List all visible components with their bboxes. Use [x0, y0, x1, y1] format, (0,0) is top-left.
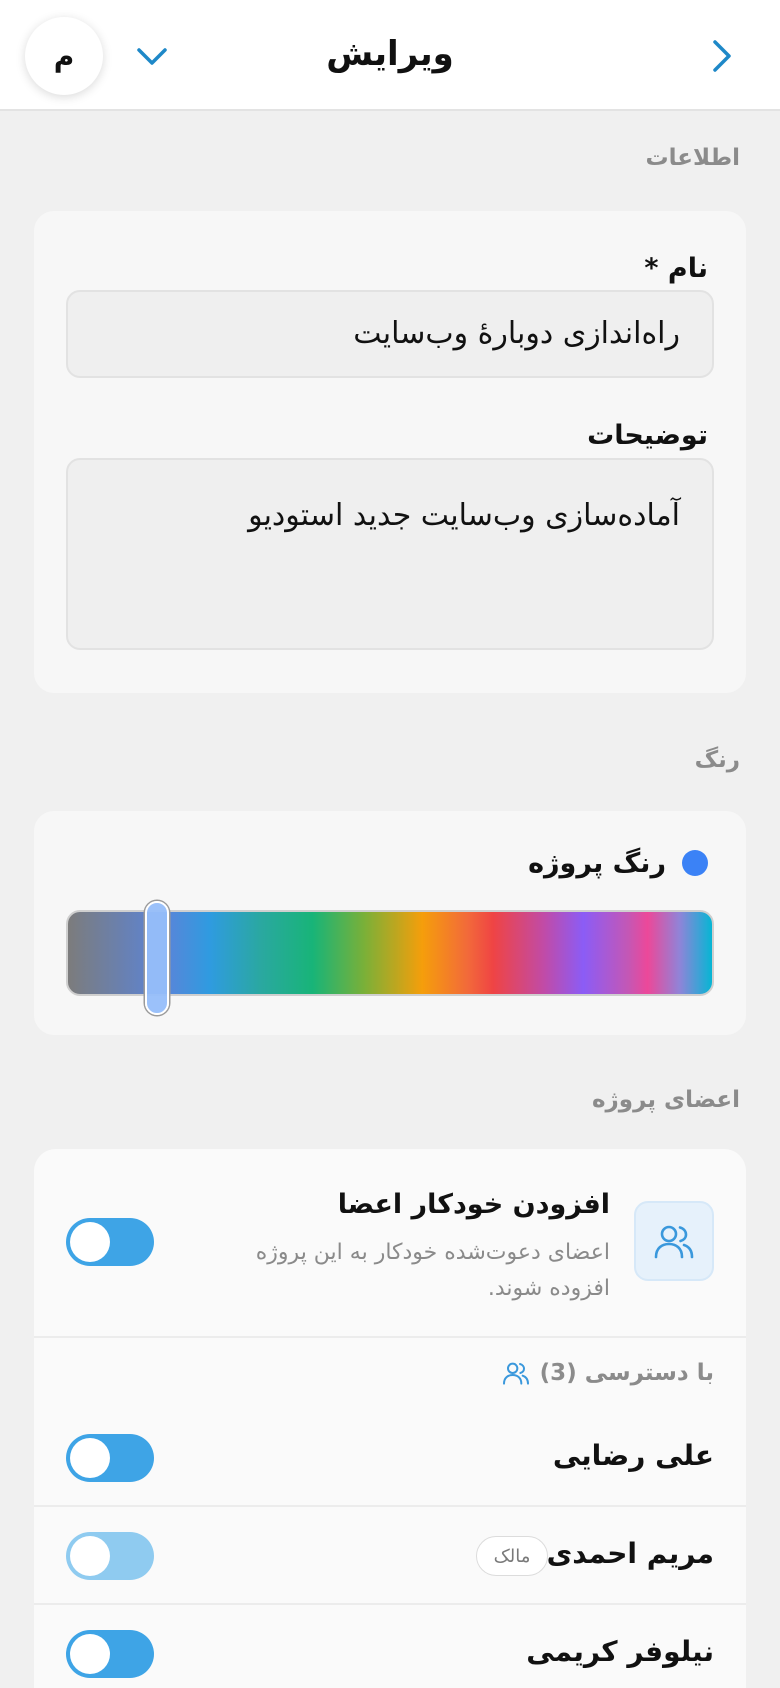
color-card: رنگ پروژه: [34, 811, 746, 1035]
app-header: ویرایش م: [0, 0, 780, 111]
members-card: افزودن خودکار اعضا اعضای دعوت‌شده خودکار…: [34, 1149, 746, 1688]
auto-add-icon-box: [634, 1201, 714, 1281]
owner-badge: مالک: [476, 1536, 548, 1576]
color-swatch: [682, 850, 708, 876]
divider: [34, 1603, 746, 1605]
auto-add-description: اعضای دعوت‌شده خودکار به این پروژه افزود…: [255, 1240, 610, 1301]
section-label-color: رنگ: [694, 747, 740, 773]
divider: [34, 1505, 746, 1507]
toggle-knob: [70, 1438, 110, 1478]
member-toggle-maryam[interactable]: [66, 1532, 154, 1580]
users-icon: [502, 1362, 529, 1385]
access-header: با دسترسی (3): [502, 1355, 714, 1391]
color-slider-handle[interactable]: [145, 901, 169, 1015]
auto-add-toggle[interactable]: [66, 1218, 154, 1266]
page-title: ویرایش: [326, 34, 454, 74]
toggle-knob: [70, 1222, 110, 1262]
auto-add-title: افزودن خودکار اعضا: [337, 1189, 610, 1220]
divider: [34, 1336, 746, 1338]
description-input[interactable]: آماده‌سازی وب‌سایت جدید استودیو: [66, 458, 714, 650]
section-label-info: اطلاعات: [645, 145, 740, 171]
member-toggle-ali[interactable]: [66, 1434, 154, 1482]
description-label: توضیحات: [587, 420, 708, 451]
name-input[interactable]: راه‌اندازی دوبارهٔ وب‌سایت: [66, 290, 714, 378]
member-name: مریم احمدی: [546, 1537, 714, 1570]
name-label: نام *: [644, 253, 708, 284]
member-name: نیلوفر کریمی: [526, 1635, 714, 1668]
users-icon: [654, 1225, 694, 1259]
avatar[interactable]: م: [25, 17, 103, 95]
member-toggle-niloufar[interactable]: [66, 1630, 154, 1678]
section-label-members: اعضای پروژه: [591, 1087, 740, 1113]
toggle-knob: [70, 1536, 110, 1576]
chevron-down-icon: [137, 48, 167, 65]
access-count-label: با دسترسی (3): [539, 1360, 714, 1386]
dropdown-button[interactable]: [134, 40, 170, 74]
info-card: نام * راه‌اندازی دوبارهٔ وب‌سایت توضیحات…: [34, 211, 746, 693]
member-name: علی رضایی: [552, 1439, 714, 1472]
project-color-label: رنگ پروژه: [528, 848, 666, 879]
toggle-knob: [70, 1634, 110, 1674]
